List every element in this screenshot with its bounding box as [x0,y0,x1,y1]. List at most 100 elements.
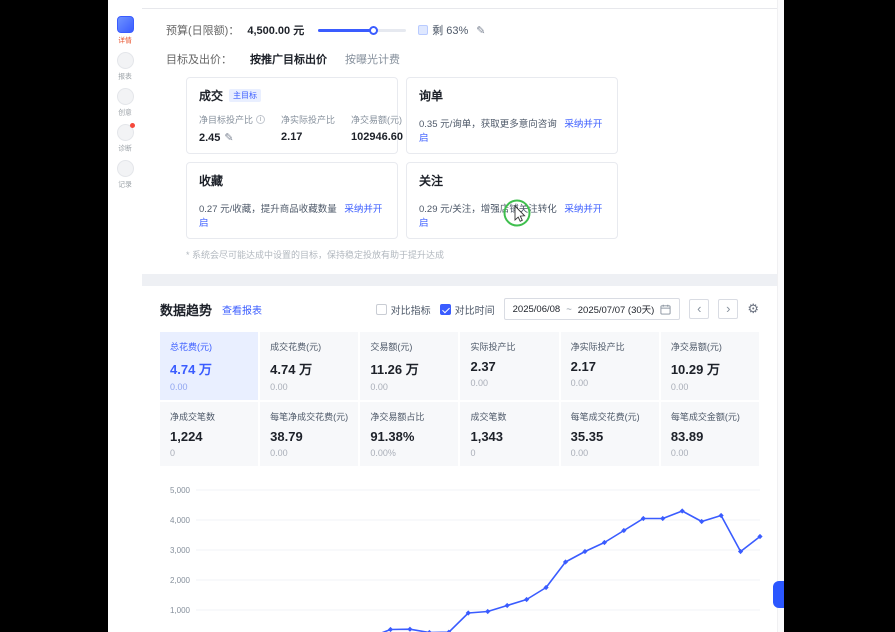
stat-value: 2.17 [281,131,335,143]
log-icon [117,160,134,177]
tab-bid-by-impression[interactable]: 按曝光计费 [345,51,400,67]
sidebar-item-detail[interactable]: 详情 [117,16,134,46]
sidebar-item-report[interactable]: 报表 [117,52,134,82]
compare-time-checkbox[interactable] [440,304,451,315]
stat-label: 净交易额(元) [351,113,403,126]
metric-compare-value: 0.00 [170,382,248,392]
main-panel: 预算(日限额)： 4,500.00 元 剩 63% 目标及出价： 按推广目标出价… [142,0,777,632]
card-title: 关注 [419,172,443,189]
metric-label: 净交易额占比 [370,410,448,423]
metric-compare-value: 0.00 [270,382,348,392]
date-range-picker[interactable]: 2025/06/08 ~ 2025/07/07 (30天) [504,298,681,320]
chart-area: 01,0002,0003,0004,0005,0002025/07/082025… [152,480,759,632]
card-header: 收藏 [199,172,385,189]
metric-compare-value: 0.00% [370,448,448,458]
view-report-link[interactable]: 查看报表 [222,302,262,317]
report-icon [117,52,134,69]
date-range-start: 2025/06/08 [513,304,561,315]
metric-compare-value: 0.00 [571,448,649,458]
section-separator [142,274,777,286]
metric-label: 实际投产比 [470,340,548,353]
metric-value: 35.35 [571,429,649,444]
metric-value: 4.74 万 [270,359,348,378]
metric-value: 1,343 [470,429,548,444]
metric-cell[interactable]: 每笔成交金额(元)83.890.00 [661,402,759,466]
card-title: 收藏 [199,172,223,189]
card-description: 0.27 元/收藏，提升商品收藏数量 [199,204,337,215]
metric-cell[interactable]: 净交易额(元)10.29 万0.00 [661,332,759,400]
sidebar-item-label: 诊断 [118,144,132,153]
prev-period-button[interactable] [689,299,709,319]
trend-section: 数据趋势 查看报表 对比指标 对比时间 2025/06/08 ~ 2025/07… [142,286,777,632]
metric-label: 总花费(元) [170,340,248,353]
compare-time-toggle[interactable]: 对比时间 [440,302,495,317]
deal-stats: 净目标投产比 2.45 净实际投产比 2.17 净交易额(元) [199,113,385,144]
goal-label: 目标及出价： [166,51,232,67]
card-title: 成交 [199,87,223,104]
svg-text:5,000: 5,000 [170,486,191,495]
metric-cell[interactable]: 成交花费(元)4.74 万0.00 [260,332,358,400]
metric-compare-value: 0.00 [671,382,749,392]
metric-cell[interactable]: 交易额(元)11.26 万0.00 [360,332,458,400]
trend-header: 数据趋势 查看报表 对比指标 对比时间 2025/06/08 ~ 2025/07… [160,298,759,320]
budget-label: 预算(日限额)： [166,22,239,38]
trend-controls: 对比指标 对比时间 2025/06/08 ~ 2025/07/07 (30天) [376,298,759,320]
date-range-end: 2025/07/07 (30天) [578,302,655,316]
metric-cell[interactable]: 每笔净成交花费(元)38.790.00 [260,402,358,466]
stat-net-gmv: 净交易额(元) 102946.60 [351,113,403,144]
diagnose-icon [117,124,134,141]
floating-button[interactable] [773,581,784,608]
metric-cell[interactable]: 成交笔数1,3430 [460,402,558,466]
stat-label: 净目标投产比 [199,113,253,126]
compare-metric-toggle[interactable]: 对比指标 [376,302,431,317]
metric-cell[interactable]: 总花费(元) 4.74 万 0.00 [160,332,258,400]
primary-goal-badge: 主目标 [229,89,261,102]
metric-cell[interactable]: 净交易额占比 91.38% 0.00% [360,402,458,466]
sidebar-item-label: 详情 [118,36,132,45]
metric-cell[interactable]: 净成交笔数1,2240 [160,402,258,466]
sidebar-item-log[interactable]: 记录 [117,160,134,190]
top-divider [142,0,777,9]
stat-value: 2.45 [199,132,220,144]
budget-slider[interactable] [318,29,406,32]
stat-value: 102946.60 [351,131,403,143]
metric-grid: 总花费(元)4.74 万0.00成交花费(元)4.74 万0.00交易额(元)1… [160,332,759,466]
goal-card-favorite[interactable]: 收藏 0.27 元/收藏，提升商品收藏数量 采纳并开启 [186,162,398,239]
info-icon[interactable] [256,115,265,124]
notification-dot [130,123,135,128]
scrollbar[interactable] [777,0,784,632]
metric-cell[interactable]: 每笔成交花费(元)35.350.00 [561,402,659,466]
card-header: 询单 [419,87,605,104]
sidebar-item-creative[interactable]: 创意 [117,88,134,118]
tab-bid-by-goal[interactable]: 按推广目标出价 [250,51,327,67]
next-period-button[interactable] [718,299,738,319]
budget-slider-knob[interactable] [369,26,378,35]
mini-sidebar: 详情报表创意诊断记录 [108,16,142,190]
edit-budget-icon[interactable] [476,24,485,37]
compare-metric-label: 对比指标 [391,302,431,317]
goal-cards: 成交 主目标 净目标投产比 2.45 [186,77,777,239]
goal-card-inquiry[interactable]: 询单 0.35 元/询单，获取更多意向咨询 采纳并开启 [406,77,618,154]
card-title: 询单 [419,87,443,104]
budget-remaining: 剩 63% [418,22,468,38]
sidebar-item-diagnose[interactable]: 诊断 [117,124,134,154]
card-header: 关注 [419,172,605,189]
budget-icon [418,25,428,35]
metric-value: 2.37 [470,359,548,374]
settings-gear-icon[interactable] [747,301,759,317]
compare-metric-checkbox[interactable] [376,304,387,315]
metric-label: 交易额(元) [370,340,448,353]
metric-value: 4.74 万 [170,359,248,378]
goal-card-deal[interactable]: 成交 主目标 净目标投产比 2.45 [186,77,398,154]
sidebar-item-label: 记录 [118,180,132,189]
goal-row: 目标及出价： 按推广目标出价 按曝光计费 [166,51,777,67]
metric-cell[interactable]: 净实际投产比2.170.00 [561,332,659,400]
metric-value: 91.38% [370,429,448,444]
budget-value: 4,500.00 元 [247,22,304,38]
budget-remaining-label: 剩 63% [432,22,468,38]
metric-cell[interactable]: 实际投产比2.370.00 [460,332,558,400]
calendar-icon [660,304,671,315]
metric-compare-value: 0 [470,448,548,458]
edit-roi-icon[interactable] [224,131,233,144]
svg-text:1,000: 1,000 [170,606,191,615]
